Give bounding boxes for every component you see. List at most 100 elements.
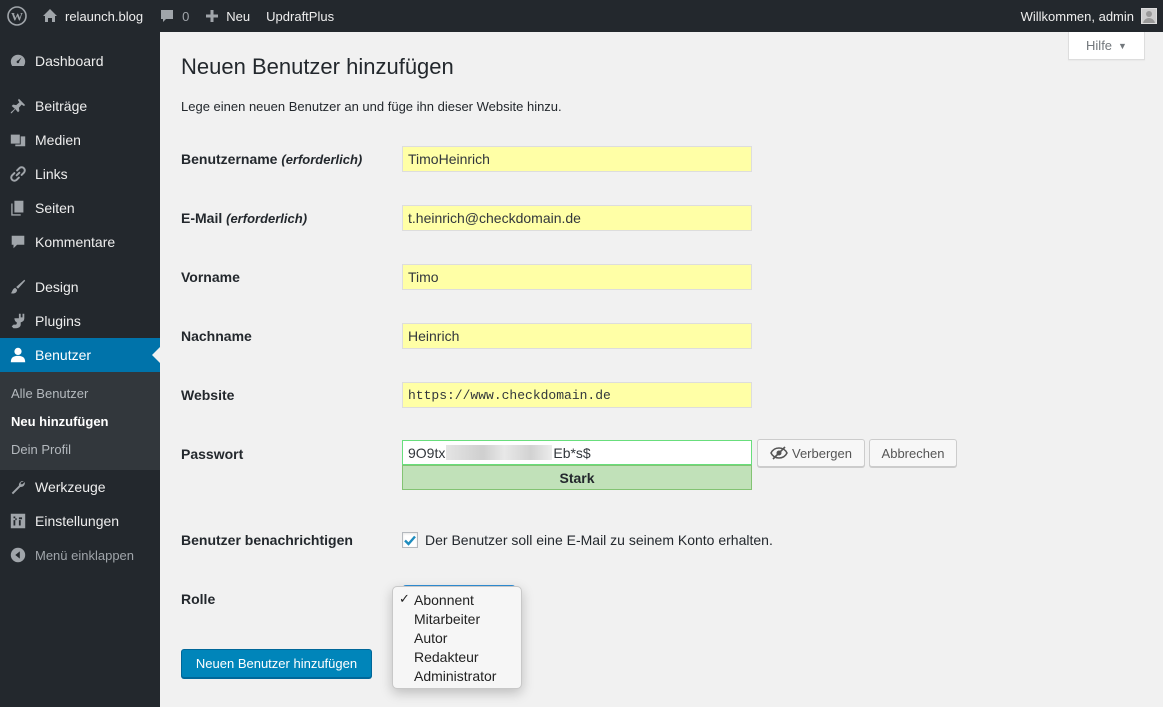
link-icon	[8, 164, 28, 184]
lastname-label: Nachname	[181, 328, 252, 344]
submenu-item-neu-hinzufuegen[interactable]: Neu hinzufügen	[0, 407, 160, 435]
avatar	[1141, 8, 1157, 24]
page-description: Lege einen neuen Benutzer an und füge ih…	[181, 99, 562, 114]
account-menu[interactable]: Willkommen, admin	[1021, 0, 1163, 32]
firstname-value: Timo	[408, 269, 439, 285]
role-option-autor[interactable]: Autor	[393, 628, 521, 647]
admin-sidebar: Dashboard Beiträge Medien Links Seiten K…	[0, 32, 160, 707]
role-option-label: Redakteur	[414, 648, 479, 665]
lastname-value: Heinrich	[408, 328, 460, 344]
sidebar-item-medien[interactable]: Medien	[0, 123, 160, 157]
sidebar-item-einstellungen[interactable]: Einstellungen	[0, 504, 160, 538]
updraftplus-link[interactable]: UpdraftPlus	[258, 0, 342, 32]
notify-checkbox[interactable]	[402, 532, 418, 548]
pages-icon	[8, 198, 28, 218]
comments-link[interactable]: 0	[151, 0, 197, 32]
collapse-icon	[8, 545, 28, 565]
sidebar-item-label: Plugins	[35, 313, 81, 329]
dashboard-icon	[8, 51, 28, 71]
website-input[interactable]: https://www.checkdomain.de	[402, 382, 752, 408]
sidebar-item-label: Seiten	[35, 200, 75, 216]
new-content-link[interactable]: Neu	[197, 0, 258, 32]
role-dropdown-menu: ✓ Abonnent Mitarbeiter Autor Redakteur A…	[392, 586, 522, 689]
username-input[interactable]: TimoHeinrich	[402, 146, 752, 172]
role-option-label: Autor	[414, 629, 448, 646]
sidebar-item-label: Einstellungen	[35, 513, 120, 529]
comment-icon	[161, 10, 174, 22]
site-name: relaunch.blog	[65, 8, 144, 24]
lastname-input[interactable]: Heinrich	[402, 323, 752, 349]
role-option-label: Administrator	[414, 667, 497, 684]
role-option-mitarbeiter[interactable]: Mitarbeiter	[393, 609, 521, 628]
required-hint: (erforderlich)	[281, 152, 363, 167]
role-option-abonnent[interactable]: ✓ Abonnent	[393, 590, 521, 609]
sidebar-item-label: Benutzer	[35, 347, 92, 363]
admin-bar: W relaunch.blog 0 Neu UpdraftPlus Willko…	[0, 0, 1163, 32]
website-value: https://www.checkdomain.de	[408, 387, 611, 403]
sidebar-item-design[interactable]: Design	[0, 270, 160, 304]
new-label: Neu	[226, 8, 251, 24]
checkmark-icon	[404, 535, 416, 546]
password-strength-indicator: Stark	[402, 465, 752, 490]
website-label: Website	[181, 387, 235, 403]
add-user-button[interactable]: Neuen Benutzer hinzufügen	[181, 649, 372, 678]
sidebar-item-seiten[interactable]: Seiten	[0, 191, 160, 225]
email-label-text: E-Mail	[181, 210, 223, 226]
hide-password-button[interactable]: Verbergen	[757, 439, 865, 467]
comment-icon	[8, 232, 28, 252]
sidebar-item-beitraege[interactable]: Beiträge	[0, 89, 160, 123]
sidebar-item-links[interactable]: Links	[0, 157, 160, 191]
role-option-label: Abonnent	[414, 591, 474, 608]
home-icon	[43, 9, 57, 22]
email-input[interactable]: t.heinrich@checkdomain.de	[402, 205, 752, 231]
main-content: Neuen Benutzer hinzufügen Lege einen neu…	[160, 32, 1163, 707]
sidebar-item-dashboard[interactable]: Dashboard	[0, 44, 160, 77]
sidebar-item-werkzeuge[interactable]: Werkzeuge	[0, 470, 160, 504]
role-label: Rolle	[181, 591, 216, 607]
notify-description: Der Benutzer soll eine E-Mail zu seinem …	[425, 532, 773, 548]
comments-count: 0	[182, 8, 190, 24]
submenu-item-dein-profil[interactable]: Dein Profil	[0, 435, 160, 463]
welcome-text: Willkommen, admin	[1020, 8, 1134, 24]
brush-icon	[8, 277, 28, 297]
plugin-icon	[8, 311, 28, 331]
cancel-label: Abbrechen	[881, 445, 945, 461]
plus-icon	[206, 10, 219, 22]
firstname-label: Vorname	[181, 269, 240, 285]
sidebar-item-label: Beiträge	[35, 98, 88, 114]
sidebar-item-label: Medien	[35, 132, 81, 148]
sidebar-item-label: Design	[35, 279, 79, 295]
user-icon	[8, 345, 28, 365]
email-label: E-Mail (erforderlich)	[181, 210, 307, 226]
required-hint: (erforderlich)	[226, 211, 308, 226]
role-option-redakteur[interactable]: Redakteur	[393, 647, 521, 666]
media-icon	[8, 130, 28, 150]
password-input[interactable]: 9O9tx Eb*s$	[402, 440, 752, 465]
collapse-label: Menü einklappen	[35, 547, 135, 563]
role-option-administrator[interactable]: Administrator	[393, 666, 521, 685]
hide-password-label: Verbergen	[792, 445, 852, 461]
sidebar-item-plugins[interactable]: Plugins	[0, 304, 160, 338]
sidebar-item-label: Kommentare	[35, 234, 116, 250]
password-value-end: Eb*s$	[553, 444, 591, 461]
updraftplus-label: UpdraftPlus	[266, 8, 335, 24]
role-option-label: Mitarbeiter	[414, 610, 481, 627]
sidebar-item-label: Links	[35, 166, 68, 182]
site-name-link[interactable]: relaunch.blog	[34, 0, 151, 32]
notify-label: Benutzer benachrichtigen	[181, 532, 353, 548]
username-label-text: Benutzername	[181, 151, 278, 167]
sidebar-item-label: Werkzeuge	[35, 479, 106, 495]
submenu-item-alle-benutzer[interactable]: Alle Benutzer	[0, 379, 160, 407]
wordpress-logo-icon[interactable]: W	[0, 0, 34, 32]
cancel-password-button[interactable]: Abbrechen	[869, 439, 957, 467]
wrench-icon	[8, 477, 28, 497]
collapse-menu-button[interactable]: Menü einklappen	[0, 538, 160, 572]
sidebar-item-benutzer[interactable]: Benutzer	[0, 338, 160, 372]
eye-hidden-icon	[770, 446, 788, 460]
sidebar-item-kommentare[interactable]: Kommentare	[0, 225, 160, 259]
add-user-label: Neuen Benutzer hinzufügen	[195, 656, 358, 671]
email-value: t.heinrich@checkdomain.de	[408, 210, 581, 226]
firstname-input[interactable]: Timo	[402, 264, 752, 290]
password-value-start: 9O9tx	[408, 444, 446, 461]
users-submenu: Alle Benutzer Neu hinzufügen Dein Profil	[0, 372, 160, 470]
